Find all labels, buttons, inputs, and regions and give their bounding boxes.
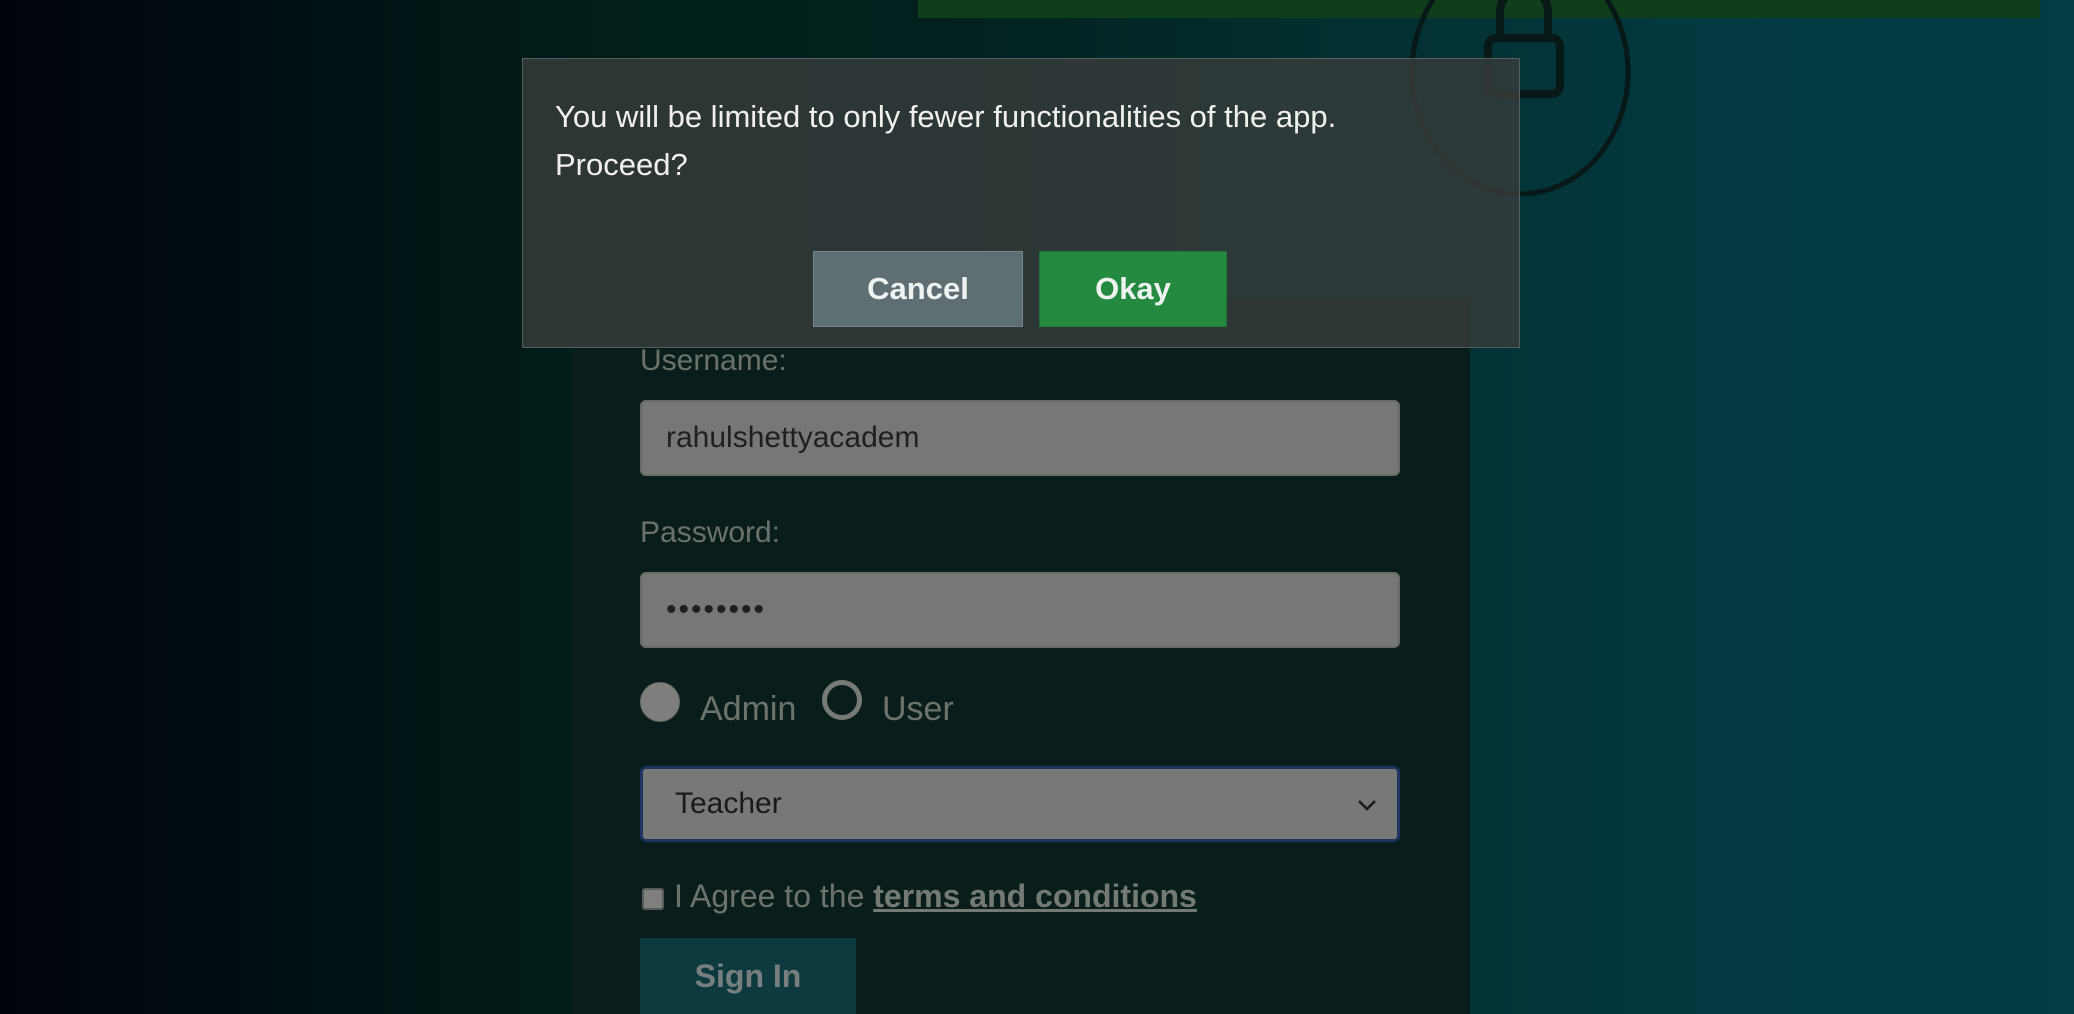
confirm-dialog: You will be limited to only fewer functi… — [522, 58, 1520, 348]
dialog-message: You will be limited to only fewer functi… — [555, 99, 1337, 182]
cancel-button[interactable]: Cancel — [813, 251, 1023, 327]
okay-button[interactable]: Okay — [1039, 251, 1227, 327]
